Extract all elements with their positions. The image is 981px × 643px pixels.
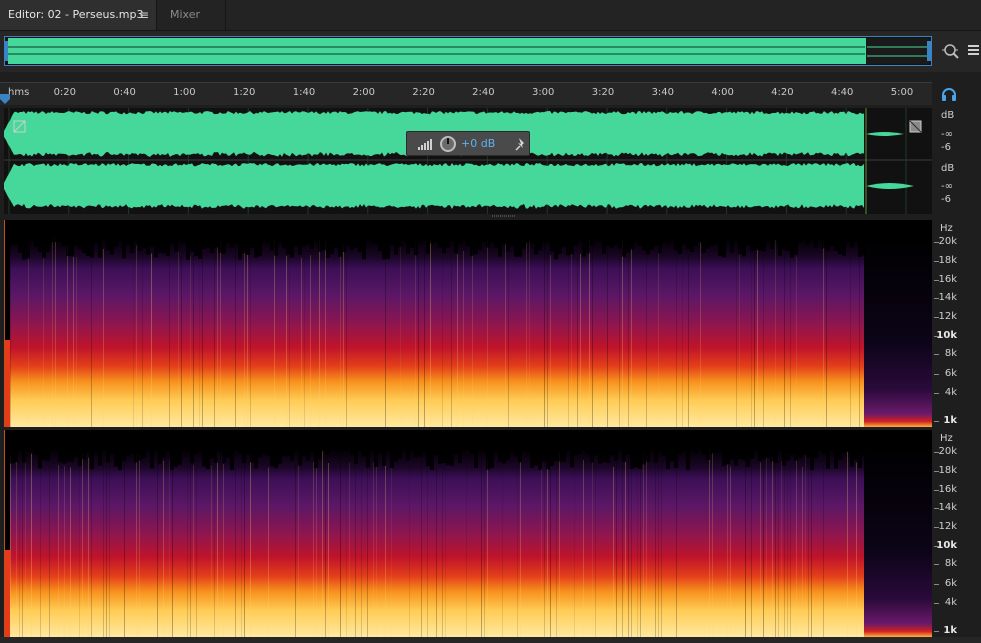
hz-unit-ch1: Hz [940, 223, 953, 234]
ruler-tick-label: 1:20 [232, 87, 256, 98]
ruler-unit-label: hms [8, 87, 30, 98]
frequency-tick-mark [934, 527, 939, 528]
frequency-tick-mark [934, 546, 939, 547]
db-low-ch1: -6 [941, 142, 951, 153]
waveform-graphic [4, 108, 932, 214]
overview-waveform[interactable] [4, 36, 932, 66]
frequency-tick-label: 14k [938, 292, 957, 303]
frequency-tick-label: 12k [938, 521, 957, 532]
db-low-ch2: -6 [941, 194, 951, 205]
frequency-tick-label: 1k [943, 415, 957, 426]
frequency-tick-mark [934, 508, 939, 509]
spectral-graphic-channel1 [3, 220, 932, 465]
frequency-tick-mark [934, 564, 939, 565]
db-inf-ch2: -∞ [941, 181, 953, 192]
frequency-tick-label: 8k [944, 558, 957, 569]
frequency-tick-mark [934, 452, 939, 453]
frequency-tick-mark [934, 393, 939, 394]
frequency-tick-label: 20k [938, 446, 957, 457]
ruler-tick-label: 2:00 [352, 87, 376, 98]
frequency-tick-mark [934, 374, 939, 375]
headphones-icon[interactable] [941, 87, 957, 101]
frequency-tick-mark [934, 298, 939, 299]
frequency-tick-label: 16k [938, 484, 957, 495]
ruler-tick-label: 4:40 [830, 87, 854, 98]
frequency-tick-label: 4k [944, 387, 957, 398]
frequency-scale-channel2: Hz 20k 18k 16k 14k 12k 10k 8k 6k 4k 1k [933, 430, 981, 637]
zoom-magnifier-icon[interactable] [940, 40, 960, 62]
tab-editor[interactable]: Editor: 02 - Perseus.mp3 ≡ [0, 0, 157, 30]
ruler-tick-label: 2:20 [412, 87, 435, 98]
tab-mixer-label: Mixer [170, 8, 201, 21]
frequency-tick-mark [934, 490, 939, 491]
overview-waveform-graphic [5, 38, 931, 64]
frequency-tick-label: 6k [944, 368, 957, 379]
frequency-tick-label: 18k [938, 465, 957, 476]
frequency-tick-label: 16k [938, 274, 957, 285]
ruler-tick-label: 1:40 [292, 87, 316, 98]
db-unit-ch1: dB [941, 110, 955, 121]
tab-editor-label: Editor: 02 - Perseus.mp3 [8, 8, 144, 21]
ruler-tick-label: 1:00 [173, 87, 196, 98]
frequency-tick-label: 8k [944, 348, 957, 359]
spectral-display-channel2[interactable] [3, 430, 932, 643]
ruler-tick-label: 4:00 [711, 87, 734, 98]
ruler-tick-label: 3:40 [651, 87, 675, 98]
frequency-tick-mark [934, 242, 939, 243]
meter-icon [418, 139, 432, 150]
db-unit-ch2: dB [941, 163, 955, 174]
amplitude-hud[interactable]: +0 dB [406, 131, 530, 156]
frequency-tick-label: 1k [943, 625, 957, 636]
ruler-tick-label: 5:00 [890, 87, 914, 98]
frequency-tick-label: 4k [944, 597, 957, 608]
tab-bar: Editor: 02 - Perseus.mp3 ≡ Mixer [0, 0, 981, 31]
frequency-tick-mark [934, 261, 939, 262]
hz-unit-ch2: Hz [940, 433, 953, 444]
hud-gain-value[interactable]: +0 dB [461, 137, 495, 150]
bottom-scrollbar[interactable] [0, 637, 981, 643]
ruler-tick-label: 2:40 [472, 87, 495, 98]
frequency-tick-label: 20k [938, 236, 957, 247]
ruler-tick-label: 3:20 [591, 87, 615, 98]
ruler-tick-label: 3:00 [531, 87, 555, 98]
frequency-tick-label: 18k [938, 255, 957, 266]
ruler-tick-label: 0:40 [113, 87, 136, 98]
volume-knob-icon[interactable] [439, 135, 457, 153]
frequency-tick-label: 12k [938, 311, 957, 322]
frequency-tick-mark [934, 603, 939, 604]
frequency-tick-mark [934, 421, 939, 422]
time-ruler[interactable]: hms 0:20 0:40 1:00 1:20 1:40 2:00 2:20 2:40 3:00… [0, 82, 932, 105]
frequency-tick-mark [934, 280, 939, 281]
frequency-tick-mark [934, 584, 939, 585]
ruler-tick-label: 0:20 [53, 87, 77, 98]
tab-mixer[interactable]: Mixer [157, 0, 226, 30]
frequency-tick-mark [934, 336, 939, 337]
frequency-tick-label: 10k [936, 330, 957, 341]
amplitude-scale: dB -∞ -6 dB -∞ -6 [933, 108, 981, 214]
frequency-tick-mark [934, 631, 939, 632]
frequency-tick-label: 6k [944, 578, 957, 589]
frequency-tick-label: 14k [938, 502, 957, 513]
frequency-tick-mark [934, 354, 939, 355]
tab-menu-icon[interactable]: ≡ [139, 0, 149, 30]
frequency-tick-mark [934, 317, 939, 318]
db-inf-ch1: -∞ [941, 129, 953, 140]
frequency-scale-channel1: Hz 20k 18k 16k 14k 12k 10k 8k 6k 4k 1k [933, 220, 981, 427]
playhead-marker-icon[interactable] [0, 94, 10, 104]
frequency-tick-mark [934, 471, 939, 472]
panel-divider-handle[interactable] [492, 214, 516, 218]
spectral-graphic-channel2 [3, 430, 932, 643]
frequency-tick-label: 10k [936, 540, 957, 551]
ruler-tick-label: 4:20 [771, 87, 794, 98]
spectral-display-channel1[interactable] [3, 220, 932, 465]
pin-icon[interactable] [515, 137, 527, 151]
panel-menu-icon[interactable] [966, 40, 981, 62]
